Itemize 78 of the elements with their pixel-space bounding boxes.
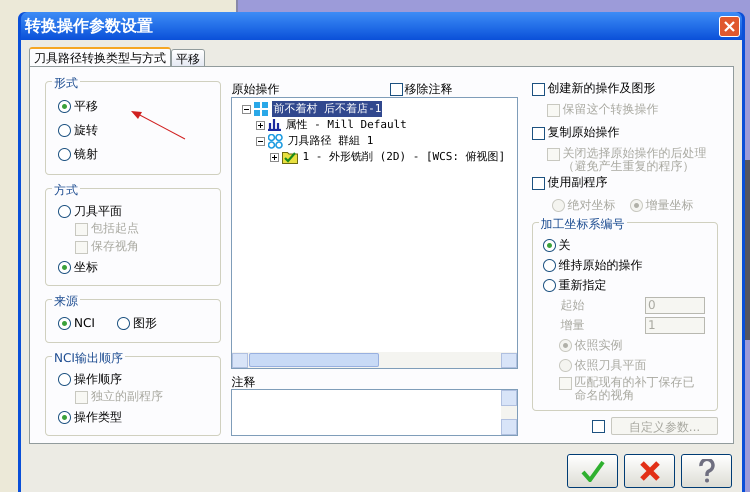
checkbox-label: 使用副程序 [548,175,608,189]
close-icon [724,20,735,32]
radio-label: 平移 [74,98,98,115]
checkbox-label: 移除注释 [404,81,453,98]
checkbox-label: 保存视角 [91,239,139,253]
group-title: 形式 [52,74,80,92]
radio-button[interactable] [58,100,71,112]
radio-label: 增量坐标 [646,197,694,214]
checkmark-icon [580,460,604,482]
radio-label: 重新指定 [558,277,607,294]
field-label: 起始 [560,297,585,314]
plus-icon [271,154,278,160]
radio-label: 绝对坐标 [568,197,616,214]
checkbox[interactable] [532,177,545,190]
tree-item[interactable]: 刀具路径 群組 1 [286,132,374,150]
ok-button[interactable] [567,454,618,488]
circles-icon [268,134,284,148]
radio-label: 镜射 [74,146,98,163]
tree-item[interactable]: 前不着村 后不着店-1 [272,100,382,118]
radio-button[interactable] [58,372,71,386]
section-label: 原始操作 [231,81,280,98]
expander[interactable] [256,136,266,146]
radio-label: 坐标 [74,259,98,276]
checkbox-label: 复制原始操作 [548,125,620,139]
checkbox-label: 创建新的操作及图形 [548,81,656,95]
window-title: 转换操作参数设置 [25,15,153,37]
radio-label: 图形 [132,315,157,332]
radio-button[interactable] [58,148,71,160]
plus-icon [257,122,264,128]
radio-label: 操作类型 [74,409,122,426]
radio-label: 关 [558,237,571,254]
radio-label: 依照实例 [574,337,623,354]
radio-label: 维持原始的操作 [558,257,643,274]
checkbox-label: 包括起点 [91,221,139,235]
radio-button[interactable] [116,316,130,330]
bar-chart-icon [268,119,282,131]
radio-button[interactable] [58,124,71,136]
annotation-arrow [130,110,186,140]
radio-label: 操作顺序 [74,371,122,388]
radio-label: 刀具平面 [74,203,122,220]
cancel-button[interactable] [624,454,675,488]
group-title: NCI输出顺序 [52,349,125,367]
radio-label: 依照刀具平面 [574,357,647,374]
radio-button[interactable] [58,260,71,274]
radio-button[interactable] [58,204,71,218]
checkbox-label: 关闭选择原始操作的后处理（避免产生重复的程序） [562,146,708,173]
checkbox-label: 独立的副程序 [91,389,163,403]
checkbox[interactable] [532,83,545,96]
radio-button[interactable] [58,316,71,330]
field-label: 增量 [560,317,585,334]
radio-button[interactable] [542,278,556,292]
close-icon [638,460,660,482]
group-title: 加工坐标系编号 [538,215,627,233]
radio-label: NCI [74,315,95,332]
tab[interactable]: 刀具路径转换类型与方式 [29,47,171,66]
expander[interactable] [256,120,266,130]
expander[interactable] [242,104,252,114]
close-button[interactable] [719,16,740,36]
expander[interactable] [270,152,280,162]
horizontal-scrollbar[interactable] [232,352,517,368]
help-icon [696,459,716,483]
help-button[interactable] [681,454,732,488]
radio-button[interactable] [542,258,556,272]
radio-button[interactable] [58,410,71,424]
tree-item[interactable]: 属性 - Mill Default [284,116,408,134]
comments-field[interactable] [231,389,518,436]
tab[interactable]: 平移 [171,49,205,66]
radio-button[interactable] [542,238,556,252]
checkbox-label: 匹配现有的补丁保存已命名的视角 [574,375,696,402]
radio-label: 旋转 [74,122,98,139]
tree-item[interactable]: 1 - 外形铣削 (2D) - [WCS: 俯视图] [301,148,506,166]
checkbox[interactable] [532,127,545,140]
grid-icon [254,102,270,116]
vertical-scrollbar[interactable] [500,390,517,435]
section-label: 注释 [231,374,256,389]
checkbox-label: 保留这个转换操作 [562,102,659,116]
checkbox[interactable] [390,82,403,96]
folder-check-icon [282,150,298,164]
